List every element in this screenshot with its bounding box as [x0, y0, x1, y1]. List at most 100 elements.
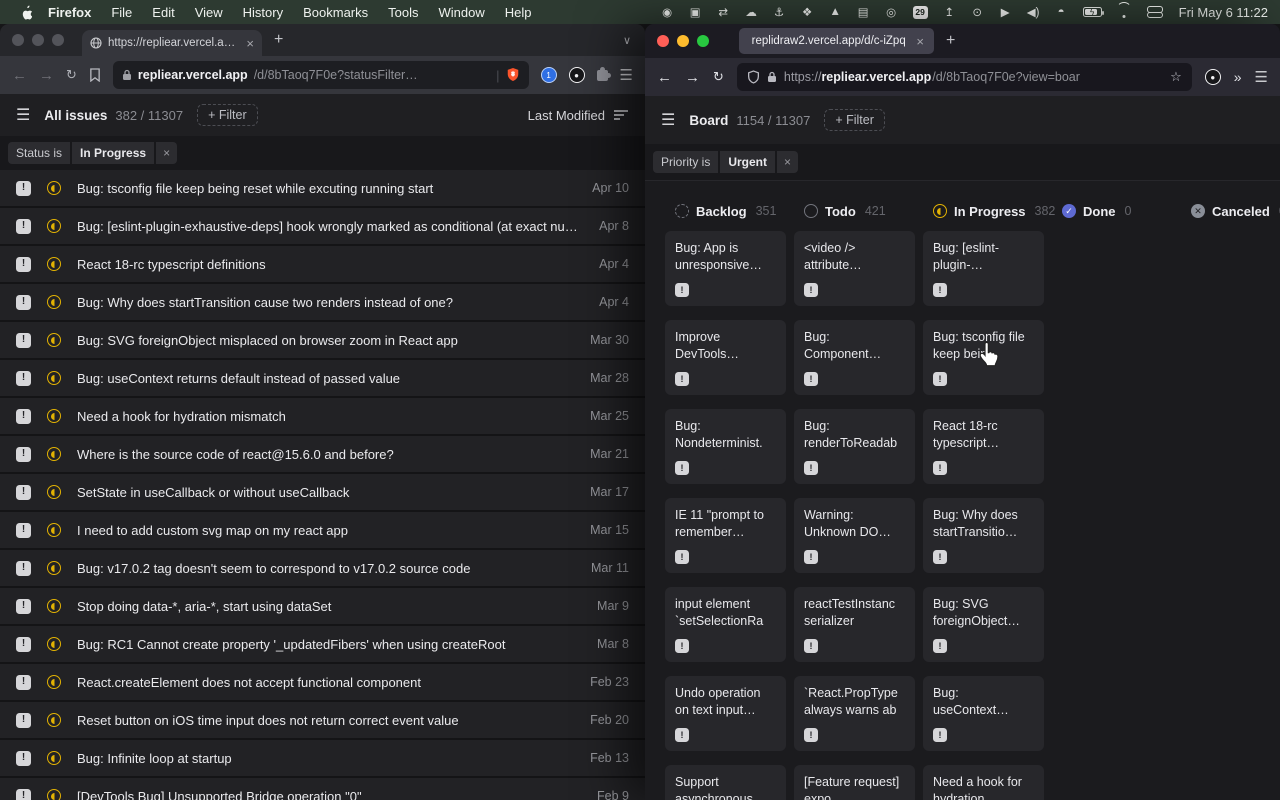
tab-close-icon[interactable]: × — [916, 34, 924, 49]
filter-remove-icon[interactable]: × — [156, 142, 177, 164]
extension-icon[interactable]: ● — [1205, 69, 1221, 85]
battery-charging-icon[interactable]: ϟ — [1083, 7, 1102, 17]
reload-button[interactable]: ↻ — [66, 67, 77, 83]
close-window-button[interactable] — [12, 34, 24, 46]
app-menu-icon[interactable]: ☰ — [661, 110, 675, 130]
new-tab-button[interactable]: + — [262, 31, 295, 49]
stats-icon[interactable]: ▤ — [857, 4, 870, 20]
overflow-icon[interactable]: » — [1234, 69, 1242, 85]
wifi-icon[interactable] — [1117, 7, 1132, 18]
docker-icon[interactable]: ⚓ — [773, 4, 786, 20]
tracking-shield-icon[interactable] — [747, 70, 760, 84]
bookmark-icon[interactable] — [89, 68, 101, 82]
issue-row[interactable]: ! Bug: useContext returns default instea… — [0, 360, 645, 396]
siri-icon[interactable]: ◓ — [1055, 4, 1068, 20]
forward-button[interactable]: → — [39, 67, 54, 84]
menu-history[interactable]: History — [233, 5, 293, 20]
add-filter-button[interactable]: + Filter — [824, 109, 885, 131]
menu-edit[interactable]: Edit — [142, 5, 184, 20]
filter-field[interactable]: Status is — [8, 142, 70, 164]
menu-clock[interactable]: Fri May 6 11:22 — [1179, 5, 1268, 20]
filter-value[interactable]: In Progress — [72, 142, 154, 164]
reload-button[interactable]: ↻ — [713, 69, 724, 85]
kanban-card[interactable]: `React.PropType always warns ab ! — [794, 676, 915, 751]
issue-row[interactable]: ! React.createElement does not accept fu… — [0, 664, 645, 700]
kanban-card[interactable]: Support asynchronous… ! — [665, 765, 786, 800]
issue-row[interactable]: ! Bug: [eslint-plugin-exhaustive-deps] h… — [0, 208, 645, 244]
issue-row[interactable]: ! Bug: v17.0.2 tag doesn't seem to corre… — [0, 550, 645, 586]
kanban-card[interactable]: Bug: Nondeterminist. ! — [665, 409, 786, 484]
extensions-puzzle-icon[interactable] — [597, 70, 608, 81]
vpn-icon[interactable]: ▲ — [829, 4, 842, 20]
kanban-card[interactable]: Bug: useContext… ! — [923, 676, 1044, 751]
issue-row[interactable]: ! Bug: tsconfig file keep being reset wh… — [0, 170, 645, 206]
issue-row[interactable]: ! [DevTools Bug] Unsupported Bridge oper… — [0, 778, 645, 800]
kanban-card[interactable]: Bug: App is unresponsive… ! — [665, 231, 786, 306]
forward-button[interactable]: → — [685, 69, 700, 86]
menu-file[interactable]: File — [101, 5, 142, 20]
menu-bookmarks[interactable]: Bookmarks — [293, 5, 378, 20]
kanban-card[interactable]: Bug: [eslint-plugin-… ! — [923, 231, 1044, 306]
zoom-window-button[interactable] — [697, 35, 709, 47]
kanban-card[interactable]: Improve DevTools… ! — [665, 320, 786, 395]
kanban-card[interactable]: [Feature request] expo… ! — [794, 765, 915, 800]
issue-row[interactable]: ! React 18-rc typescript definitions Apr… — [0, 246, 645, 282]
kanban-card[interactable]: Bug: tsconfig file keep bein… ! — [923, 320, 1044, 395]
kanban-card[interactable]: React 18-rc typescript… ! — [923, 409, 1044, 484]
dropbox-icon[interactable]: ❖ — [801, 4, 814, 20]
filter-remove-icon[interactable]: × — [777, 151, 798, 173]
kanban-card[interactable]: Bug: Component… ! — [794, 320, 915, 395]
add-filter-button[interactable]: + Filter — [197, 104, 258, 126]
filter-field[interactable]: Priority is — [653, 151, 718, 173]
browser-tab[interactable]: replidraw2.vercel.app/d/c-iZpq × — [739, 28, 934, 54]
tab-close-icon[interactable]: × — [246, 36, 254, 51]
kanban-card[interactable]: Bug: Why does startTransitio… ! — [923, 498, 1044, 573]
control-center-icon[interactable] — [1147, 6, 1162, 18]
kanban-card[interactable]: IE 11 "prompt to remember… ! — [665, 498, 786, 573]
app-menu-icon[interactable]: ☰ — [16, 105, 30, 125]
brave-shield-icon[interactable] — [506, 67, 520, 83]
kanban-card[interactable]: input element `setSelectionRa ! — [665, 587, 786, 662]
sort-icon[interactable] — [613, 109, 629, 121]
minimize-window-button[interactable] — [677, 35, 689, 47]
new-tab-button[interactable]: + — [934, 32, 967, 50]
upload-icon[interactable]: ↥ — [943, 4, 956, 20]
issue-row[interactable]: ! Bug: RC1 Cannot create property '_upda… — [0, 626, 645, 662]
back-button[interactable]: ← — [657, 69, 672, 86]
url-bar[interactable]: https:// repliear.vercel.app /d/8bTaoq7F… — [737, 63, 1192, 91]
back-button[interactable]: ← — [12, 67, 27, 84]
close-window-button[interactable] — [657, 35, 669, 47]
issue-row[interactable]: ! I need to add custom svg map on my rea… — [0, 512, 645, 548]
apple-icon[interactable] — [12, 5, 38, 20]
menu-view[interactable]: View — [185, 5, 233, 20]
kanban-card[interactable]: Need a hook for hydration… ! — [923, 765, 1044, 800]
kanban-card[interactable]: <video /> attribute… ! — [794, 231, 915, 306]
issue-row[interactable]: ! Bug: SVG foreignObject misplaced on br… — [0, 322, 645, 358]
issue-row[interactable]: ! Where is the source code of react@15.6… — [0, 436, 645, 472]
kanban-card[interactable]: Bug: SVG foreignObject… ! — [923, 587, 1044, 662]
issue-row[interactable]: ! Need a hook for hydration mismatch Mar… — [0, 398, 645, 434]
filter-value[interactable]: Urgent — [720, 151, 775, 173]
calendar-icon[interactable]: 29 — [913, 6, 928, 19]
kanban-card[interactable]: reactTestInstanc serializer ! — [794, 587, 915, 662]
volume-icon[interactable]: ◀) — [1027, 4, 1040, 20]
power-icon[interactable]: ⊙ — [971, 4, 984, 20]
extension-icon[interactable]: ● — [569, 67, 585, 83]
sort-label[interactable]: Last Modified — [528, 108, 605, 123]
minimize-window-button[interactable] — [32, 34, 44, 46]
tab-list-chevron-icon[interactable]: ∨ — [623, 34, 645, 47]
menu-tools[interactable]: Tools — [378, 5, 428, 20]
onepassword-extension-icon[interactable]: 1 — [541, 67, 557, 83]
url-bar[interactable]: repliear.vercel.app /d/8bTaoq7F0e?status… — [113, 61, 529, 89]
onepassword-icon[interactable]: ◎ — [885, 4, 898, 20]
issue-row[interactable]: ! Bug: Why does startTransition cause tw… — [0, 284, 645, 320]
issue-row[interactable]: ! Stop doing data-*, aria-*, start using… — [0, 588, 645, 624]
kanban-card[interactable]: Undo operation on text input… ! — [665, 676, 786, 751]
browser-menu-icon[interactable]: ☰ — [1255, 68, 1268, 86]
menu-help[interactable]: Help — [495, 5, 542, 20]
browser-tab[interactable]: https://repliear.vercel.app/d/8b × — [82, 30, 262, 56]
issue-row[interactable]: ! SetState in useCallback or without use… — [0, 474, 645, 510]
issue-row[interactable]: ! Reset button on iOS time input does no… — [0, 702, 645, 738]
play-icon[interactable]: ▶ — [999, 4, 1012, 20]
issue-row[interactable]: ! Bug: Infinite loop at startup Feb 13 — [0, 740, 645, 776]
